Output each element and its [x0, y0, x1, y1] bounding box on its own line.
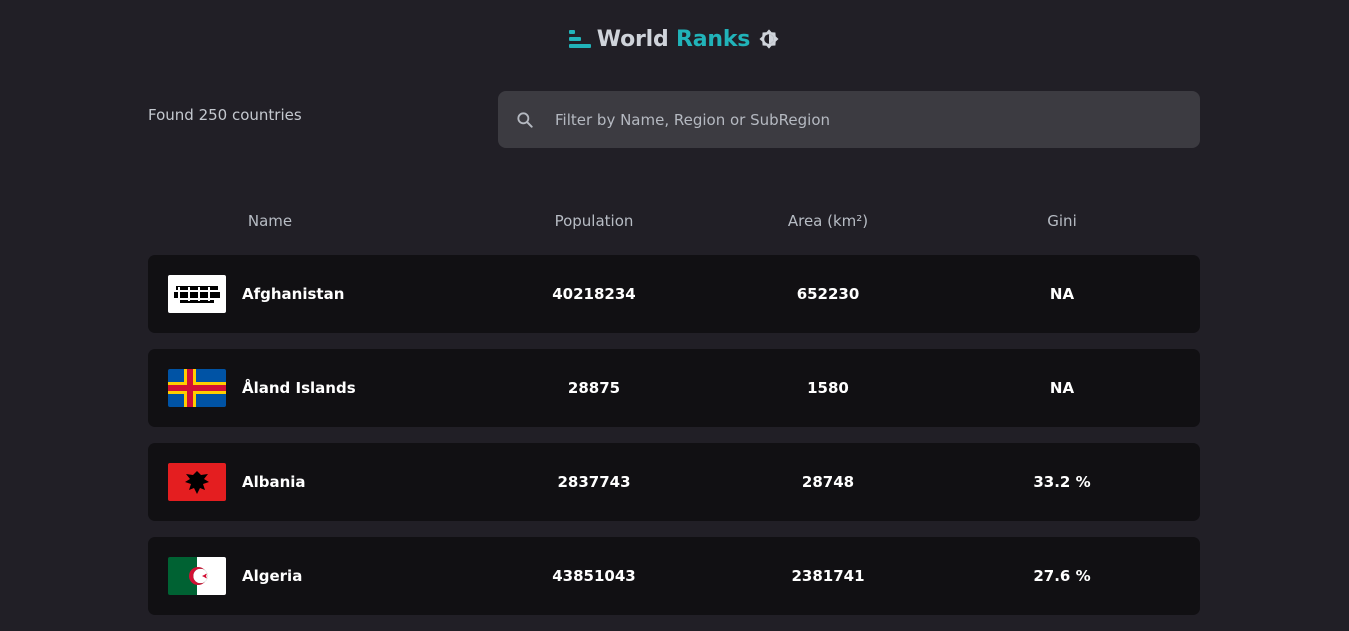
country-gini: NA: [1049, 285, 1075, 303]
countries-table: Afghanistan 40218234 652230 NA Åland Isl…: [148, 255, 1200, 631]
column-header-gini[interactable]: Gini: [982, 212, 1142, 230]
country-name: Albania: [242, 473, 306, 491]
flag-algeria: [168, 557, 226, 595]
table-row[interactable]: Åland Islands 28875 1580 NA: [148, 349, 1200, 427]
title-ranks: Ranks: [676, 26, 751, 52]
country-area: 1580: [807, 379, 849, 397]
country-population: 43851043: [552, 567, 636, 585]
country-population: 2837743: [557, 473, 631, 491]
app-header: World Ranks: [0, 24, 1349, 54]
flag-afghanistan: [168, 275, 226, 313]
country-name: Algeria: [242, 567, 303, 585]
flag-albania: [168, 463, 226, 501]
column-header-name[interactable]: Name: [218, 212, 322, 230]
search-icon: [517, 111, 533, 128]
search-input[interactable]: [553, 109, 1157, 130]
table-row[interactable]: Afghanistan 40218234 652230 NA: [148, 255, 1200, 333]
country-area: 652230: [796, 285, 860, 303]
country-population: 28875: [567, 379, 621, 397]
country-gini: NA: [1049, 379, 1075, 397]
country-population: 40218234: [552, 285, 636, 303]
table-row[interactable]: Albania 2837743 28748 33.2 %: [148, 443, 1200, 521]
flag-aland-islands: [168, 369, 226, 407]
column-header-population[interactable]: Population: [514, 212, 674, 230]
search-bar[interactable]: [498, 91, 1200, 148]
countries-count: Found 250 countries: [148, 106, 302, 124]
brightness-icon[interactable]: [758, 28, 780, 50]
country-area: 2381741: [791, 567, 865, 585]
country-name: Åland Islands: [242, 379, 356, 397]
bars-logo-icon: [568, 30, 591, 48]
table-row[interactable]: Algeria 43851043 2381741 27.6 %: [148, 537, 1200, 615]
app-title: World Ranks: [596, 26, 751, 52]
title-world: World: [596, 26, 669, 52]
column-header-area[interactable]: Area (km²): [748, 212, 908, 230]
country-gini: 33.2 %: [1033, 473, 1091, 491]
country-gini: 27.6 %: [1033, 567, 1091, 585]
country-name: Afghanistan: [242, 285, 345, 303]
country-area: 28748: [801, 473, 855, 491]
